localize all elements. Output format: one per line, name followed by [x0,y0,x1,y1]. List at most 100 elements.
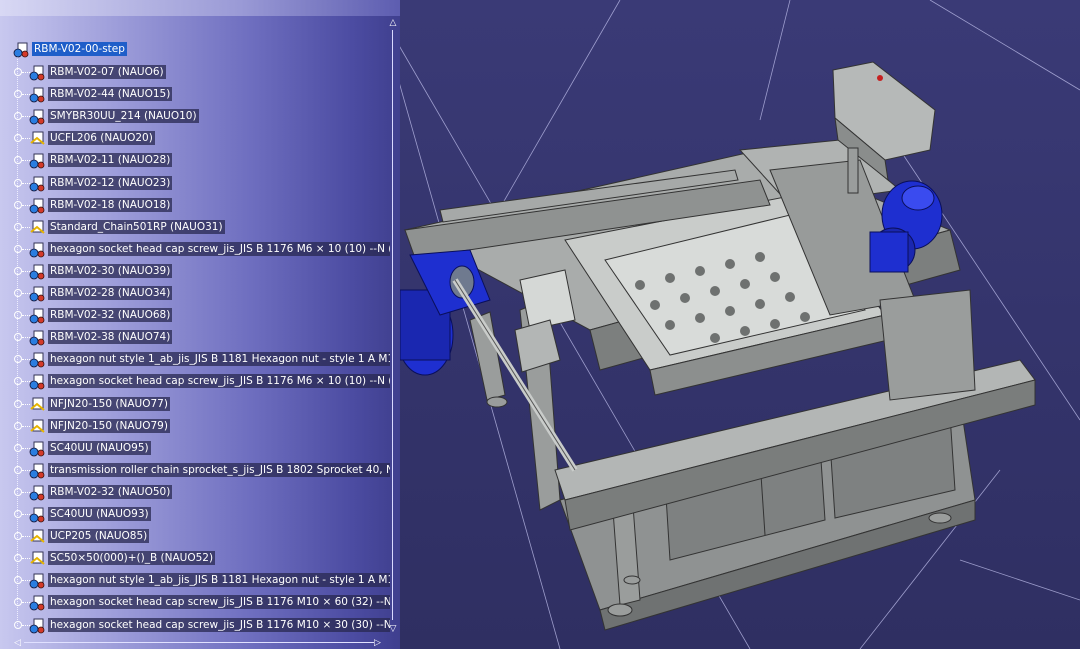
product-icon [29,618,45,633]
product-icon [29,153,45,169]
part-icon [30,419,45,433]
tree-node[interactable]: RBM-V02-30 (NAUO39) [0,261,390,283]
tree-node-label: SMYBR30UU_214 (NAUO10) [48,109,199,124]
tree-node-label: SC40UU (NAUO95) [48,440,151,455]
part-icon [30,551,45,565]
product-icon [29,595,45,611]
expand-node-icon[interactable] [14,112,22,121]
tree-node[interactable]: SMYBR30UU_214 (NAUO10) [0,106,390,128]
tree-node-label: SC40UU (NAUO93) [48,507,151,521]
expand-node-icon[interactable] [14,487,22,496]
tree-node[interactable]: hexagon socket head cap screw_jis_JIS B … [0,592,390,614]
control-panel [832,61,936,194]
tree-horizontal-scrollbar[interactable]: ◁ ▷ [14,638,384,648]
expand-node-icon[interactable] [14,598,22,607]
expand-node-icon[interactable] [14,289,22,297]
scroll-left-icon[interactable]: ◁ [14,638,24,648]
scroll-down-icon[interactable]: ▽ [388,624,398,634]
specification-tree[interactable]: RBM-V02-00-step RBM-V02-07 (NAUO6) RBM-V0… [0,0,400,649]
tree-node[interactable]: Standard_Chain501RP (NAUO31) [0,217,390,239]
expand-node-icon[interactable] [14,311,22,320]
tree-node[interactable]: RBM-V02-32 (NAUO50) [0,482,390,504]
tree-node[interactable]: RBM-V02-38 (NAUO74) [0,327,390,349]
product-icon [29,286,45,302]
tree-node-label: RBM-V02-44 (NAUO15) [48,87,173,102]
expand-node-icon[interactable] [14,377,22,386]
expand-node-icon[interactable] [14,90,22,99]
expand-node-icon[interactable] [14,134,22,143]
expand-node-icon[interactable] [14,200,22,209]
tree-node-label: RBM-V02-32 (NAUO68) [48,308,173,323]
tree-node-label: hexagon socket head cap screw_jis_JIS B … [48,241,390,256]
part-icon [30,529,45,543]
tree-node[interactable]: RBM-V02-28 (NAUO34) [0,283,390,305]
expand-node-icon[interactable] [14,399,22,408]
part-icon [30,131,45,146]
expand-node-icon[interactable] [14,554,22,563]
tree-node-label: NFJN20-150 (NAUO79) [48,418,170,433]
tree-node[interactable]: RBM-V02-18 (NAUO18) [0,195,390,217]
product-icon [29,176,45,191]
expand-node-icon[interactable] [14,222,22,231]
expand-node-icon[interactable] [14,576,22,585]
expand-node-icon[interactable] [14,620,22,629]
expand-node-icon[interactable] [14,333,22,342]
product-icon [29,109,45,125]
product-icon [29,242,45,258]
tree-node-label: hexagon socket head cap screw_jis_JIS B … [48,374,390,389]
tree-node[interactable]: RBM-V02-07 (NAUO6) [0,62,390,84]
expand-node-icon[interactable] [14,355,22,364]
expand-node-icon[interactable] [14,156,22,165]
expand-node-icon[interactable] [14,465,22,474]
tree-node[interactable]: UCP205 (NAUO85) [0,526,390,548]
tree-node-label: hexagon socket head cap screw_jis_JIS B … [48,617,390,632]
product-icon [29,87,45,103]
tree-node-label: RBM-V02-07 (NAUO6) [48,65,166,79]
tree-node[interactable]: transmission roller chain sprocket_s_jis… [0,460,390,482]
tree-node[interactable]: hexagon nut style 1_ab_jis_JIS B 1181 He… [0,349,390,371]
expand-node-icon[interactable] [14,244,22,253]
tree-node[interactable]: RBM-V02-32 (NAUO68) [0,305,390,327]
tree-node[interactable]: hexagon socket head cap screw_jis_JIS B … [0,615,390,637]
tree-node-label: RBM-V02-12 (NAUO23) [48,175,173,190]
product-icon [29,507,45,523]
tree-node[interactable]: SC40UU (NAUO95) [0,438,390,460]
tree-node[interactable]: hexagon socket head cap screw_jis_JIS B … [0,371,390,393]
tree-node[interactable]: NFJN20-150 (NAUO79) [0,416,390,438]
tree-node-label: RBM-V02-38 (NAUO74) [48,330,173,345]
expand-node-icon[interactable] [14,68,22,76]
expand-node-icon[interactable] [14,443,22,452]
product-icon [13,42,29,58]
tree-node[interactable]: hexagon nut style 1_ab_jis_JIS B 1181 He… [0,570,390,592]
expand-node-icon[interactable] [14,178,22,187]
product-icon [29,264,45,280]
expand-node-icon[interactable] [14,510,22,518]
tree-node[interactable]: SC40UU (NAUO93) [0,504,390,526]
tree-root-label: RBM-V02-00-step [32,42,127,56]
scroll-up-icon[interactable]: △ [388,18,398,28]
scroll-right-icon[interactable]: ▷ [374,638,384,648]
tree-node-label: Standard_Chain501RP (NAUO31) [48,219,225,234]
expand-node-icon[interactable] [14,421,22,430]
tree-node-label: RBM-V02-18 (NAUO18) [48,197,173,212]
product-icon [29,198,45,213]
part-icon [30,397,45,411]
hscroll-track[interactable] [24,642,374,643]
scroll-track[interactable] [392,30,393,620]
tree-node[interactable]: UCFL206 (NAUO20) [0,128,390,150]
tree-node-label: RBM-V02-32 (NAUO50) [48,484,173,499]
tree-node[interactable]: RBM-V02-12 (NAUO23) [0,173,390,195]
tree-root-node[interactable]: RBM-V02-00-step [0,39,390,61]
tree-node-label: transmission roller chain sprocket_s_jis… [48,462,390,477]
product-icon [29,330,45,346]
expand-node-icon[interactable] [14,532,22,541]
tree-node[interactable]: hexagon socket head cap screw_jis_JIS B … [0,239,390,261]
tree-node[interactable]: NFJN20-150 (NAUO77) [0,394,390,416]
tree-node[interactable]: RBM-V02-44 (NAUO15) [0,84,390,106]
tree-vertical-scrollbar[interactable]: △ ▽ [387,16,399,636]
tree-node[interactable]: SC50×50(000)+()_B (NAUO52) [0,548,390,570]
product-icon [29,441,45,457]
part-icon [30,220,45,234]
expand-node-icon[interactable] [14,266,22,275]
tree-node[interactable]: RBM-V02-11 (NAUO28) [0,150,390,172]
